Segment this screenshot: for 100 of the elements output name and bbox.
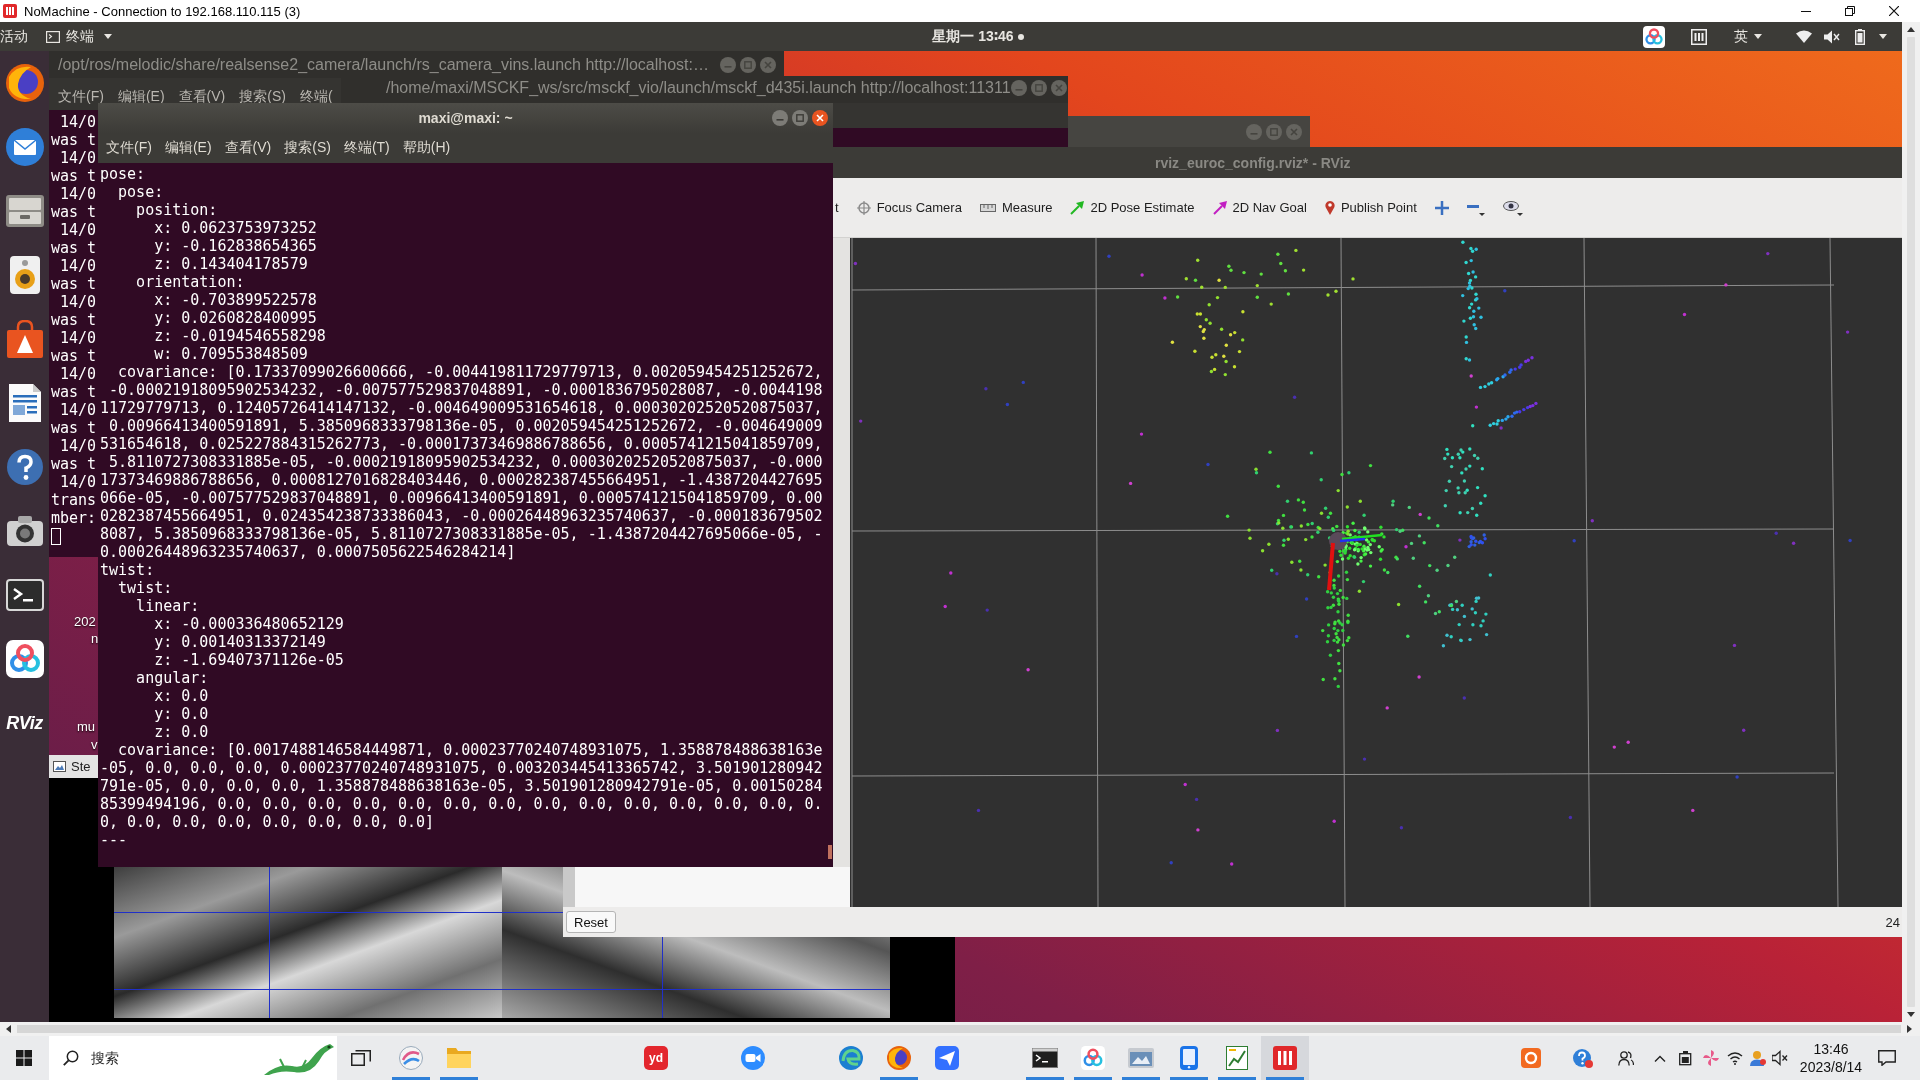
- terminal-icon[interactable]: [46, 30, 60, 43]
- up-arrow-icon[interactable]: [1907, 27, 1915, 32]
- terminal-line: x: -0.703899522578: [153, 291, 318, 309]
- menu-item[interactable]: 终端(T): [343, 139, 390, 157]
- terminal-line: was t: [51, 311, 98, 329]
- terminal-line: angular:: [135, 669, 210, 687]
- clock[interactable]: 星期一 13∶46: [932, 27, 1014, 46]
- app-logo-icon: [1273, 1046, 1297, 1070]
- terminal-line: 0282387455664951, 0.024354238733386043, -0.00026448963235740637, -0.000183679502: [100, 507, 824, 525]
- eye-icon[interactable]: [1502, 199, 1523, 216]
- volume-icon[interactable]: [1772, 1050, 1788, 1066]
- vertical-scrollbar[interactable]: [1902, 22, 1920, 1022]
- task-view-icon[interactable]: [351, 1050, 371, 1066]
- terminal-icon: [1032, 1048, 1058, 1068]
- user-icon[interactable]: [1750, 1050, 1766, 1066]
- restore-icon[interactable]: [1845, 6, 1855, 16]
- document-icon[interactable]: [8, 384, 41, 422]
- wifi-icon[interactable]: [1796, 30, 1812, 43]
- caret-icon[interactable]: [104, 34, 112, 39]
- right-arrow-icon[interactable]: [1907, 1025, 1912, 1033]
- scrollbar-thumb[interactable]: [17, 1025, 1901, 1033]
- app-label[interactable]: RViz: [6, 712, 43, 734]
- terminal-line: 14/0: [59, 365, 98, 383]
- menu-item[interactable]: 编辑(E): [117, 88, 165, 106]
- app-menu[interactable]: 终端: [66, 27, 94, 46]
- lizard-icon: [264, 1041, 334, 1075]
- terminal-line: 14/0: [59, 257, 98, 275]
- terminal-line: y: -0.162838654365: [153, 237, 318, 255]
- pose-estimate-button[interactable]: 2D Pose Estimate: [1070, 196, 1195, 219]
- down-arrow-icon[interactable]: [1907, 1012, 1915, 1017]
- menu-item[interactable]: 文件(F): [58, 88, 104, 106]
- caret-icon[interactable]: [1879, 34, 1887, 39]
- start-icon[interactable]: [16, 1050, 32, 1066]
- scrollbar-thumb[interactable]: [828, 845, 832, 859]
- brush-strokes-icon: [399, 1046, 423, 1070]
- input-icon[interactable]: [1691, 28, 1707, 45]
- battery-icon[interactable]: [1679, 1050, 1693, 1066]
- menu-item[interactable]: 编辑(E): [164, 139, 212, 157]
- file-cabinet-icon[interactable]: [5, 195, 44, 227]
- volume-icon[interactable]: [1824, 29, 1840, 44]
- menu-item[interactable]: 帮助(H): [402, 139, 451, 157]
- input-method-indicator[interactable]: 英: [1734, 27, 1748, 46]
- cursor-icon: [51, 528, 61, 545]
- menu-item[interactable]: 搜索(S): [239, 88, 286, 106]
- terminal-line: 0, 0.0, 0.0, 0.0, 0.0, 0.0, 0.0, 0.0]: [100, 813, 436, 831]
- paper-plane-icon: [935, 1046, 959, 1070]
- rings-icon[interactable]: [1643, 25, 1665, 48]
- nav-goal-button[interactable]: 2D Nav Goal: [1212, 196, 1307, 219]
- desktop-icon-label[interactable]: mu: [77, 719, 96, 734]
- taskbar-button[interactable]: yd: [632, 1036, 680, 1080]
- terminal-line: twist:: [100, 561, 156, 579]
- terminal-line: 11729779713, 0.12405726414147132, -0.004649009531654618, 0.00030202520520875037,: [100, 399, 824, 417]
- terminal-line: x: 0.0623753973252: [153, 219, 318, 237]
- battery-icon[interactable]: [1855, 28, 1865, 45]
- shopping-bag-icon[interactable]: [6, 320, 43, 358]
- publish-point-button[interactable]: Publish Point: [1324, 196, 1417, 219]
- clock-time[interactable]: 13:46: [1813, 1040, 1849, 1058]
- close-icon[interactable]: [812, 110, 828, 126]
- caret-icon[interactable]: [1754, 34, 1762, 39]
- terminal-line: was t: [51, 275, 98, 293]
- pinwheel-icon[interactable]: [1703, 1050, 1719, 1066]
- terminal-line: 14/0: [59, 293, 98, 311]
- horizontal-scrollbar[interactable]: [0, 1022, 1920, 1036]
- menu-item[interactable]: 查看(V): [224, 139, 272, 157]
- terminal-line: covariance: [0.0017488146584449871, 0.00023770240748931075, 1.358878488638163e: [117, 741, 824, 759]
- terminal-line: was t: [51, 455, 98, 473]
- rings-icon[interactable]: [5, 640, 44, 678]
- envelope-icon[interactable]: [5, 128, 44, 166]
- tool-button[interactable]: t: [835, 196, 839, 219]
- window-title: maxi@maxi: ~: [418, 110, 513, 126]
- terminal-icon[interactable]: [5, 579, 44, 611]
- terminal-line: linear:: [135, 597, 201, 615]
- people-icon[interactable]: [1618, 1050, 1634, 1066]
- menu-item[interactable]: 搜索(S): [284, 139, 331, 157]
- measure-button[interactable]: Measure: [979, 196, 1053, 219]
- close-icon[interactable]: [1889, 6, 1899, 16]
- camera-icon[interactable]: [6, 516, 43, 546]
- chevron-up-icon[interactable]: [1654, 1054, 1666, 1062]
- diagonal-arrow-icon: [1070, 200, 1085, 215]
- search-field[interactable]: 搜索: [49, 1036, 337, 1080]
- desktop-icon-label[interactable]: n: [91, 631, 99, 646]
- left-arrow-icon[interactable]: [6, 1025, 11, 1033]
- wifi-icon[interactable]: [1727, 1051, 1743, 1065]
- notification-icon[interactable]: [1878, 1050, 1896, 1066]
- desktop-icon-label[interactable]: 202: [74, 614, 96, 629]
- plus-icon[interactable]: [1434, 200, 1449, 215]
- activities-button[interactable]: 活动: [0, 27, 28, 46]
- reset-button[interactable]: Reset: [566, 911, 616, 933]
- image-icon: [53, 761, 66, 772]
- swirl-icon: [839, 1046, 863, 1070]
- desktop-icon-label[interactable]: v: [91, 737, 98, 752]
- speaker-icon[interactable]: [9, 256, 40, 294]
- menu-item[interactable]: 查看(V): [178, 88, 226, 106]
- help-icon[interactable]: [6, 449, 43, 485]
- menu-item[interactable]: 文件(F): [106, 139, 152, 157]
- minimize-icon[interactable]: [1801, 10, 1811, 12]
- ime-icon[interactable]: [1521, 1048, 1541, 1068]
- clock-date[interactable]: 2023/8/14: [1799, 1058, 1863, 1076]
- globe-icon[interactable]: [5, 64, 44, 102]
- focus-camera-button[interactable]: Focus Camera: [856, 196, 962, 219]
